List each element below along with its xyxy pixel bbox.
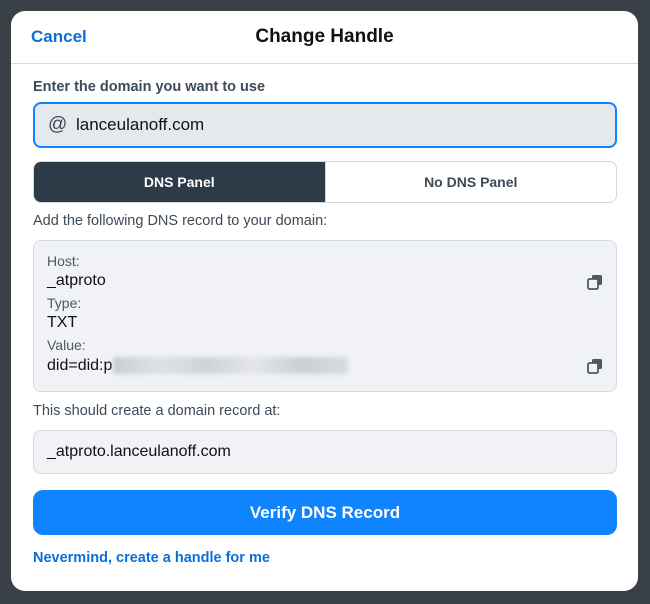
- domain-label: Enter the domain you want to use: [33, 79, 266, 95]
- change-handle-dialog: Cancel Change Handle Enter the domain yo…: [11, 11, 638, 591]
- copy-value-icon[interactable]: [587, 358, 603, 374]
- dns-instruction: Add the following DNS record to your dom…: [33, 213, 328, 229]
- value-value: did=did:p: [47, 357, 113, 374]
- domain-input[interactable]: @ lanceulanoff.com: [33, 102, 617, 148]
- dns-record-box: Host: _atproto Type: TXT Value: did=did:…: [33, 240, 617, 392]
- dialog-header: Cancel Change Handle: [11, 11, 638, 64]
- copy-host-icon[interactable]: [587, 274, 603, 290]
- redacted-did: [113, 357, 349, 375]
- record-at-value: _atproto.lanceulanoff.com: [47, 443, 231, 460]
- value-field: did=did:p: [47, 357, 349, 375]
- at-icon: @: [48, 114, 68, 135]
- domain-input-value: lanceulanoff.com: [76, 115, 205, 134]
- nevermind-link[interactable]: Nevermind, create a handle for me: [33, 550, 270, 566]
- record-at-field: _atproto.lanceulanoff.com: [33, 430, 617, 474]
- host-label: Host:: [47, 253, 80, 269]
- tab-no-dns-panel[interactable]: No DNS Panel: [324, 162, 616, 202]
- tab-dns-panel[interactable]: DNS Panel: [34, 162, 325, 202]
- record-at-label: This should create a domain record at:: [33, 403, 281, 419]
- verify-dns-button[interactable]: Verify DNS Record: [33, 490, 617, 535]
- dialog-title: Change Handle: [255, 26, 394, 47]
- value-label: Value:: [47, 337, 86, 353]
- host-value: _atproto: [47, 272, 106, 289]
- type-value: TXT: [47, 314, 78, 331]
- type-label: Type:: [47, 295, 82, 311]
- dns-mode-toggle: DNS Panel No DNS Panel: [33, 161, 617, 203]
